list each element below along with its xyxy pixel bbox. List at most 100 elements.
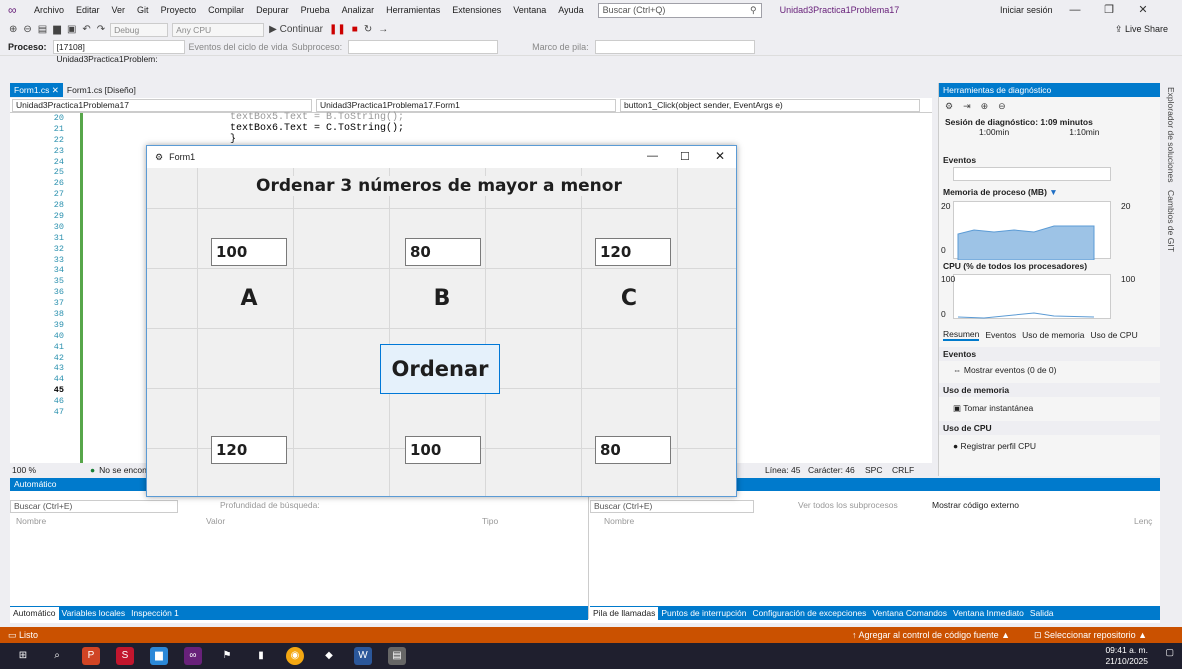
signin-link[interactable]: Iniciar sesión xyxy=(1000,0,1053,20)
output-b[interactable]: 100 xyxy=(405,436,481,464)
thread-combo[interactable] xyxy=(348,40,499,54)
profile-cpu-button[interactable]: ● Registrar perfil CPU xyxy=(953,441,1036,451)
tab-uso-cpu[interactable]: Uso de CPU xyxy=(1090,330,1137,340)
search-input[interactable]: Buscar (Ctrl+Q) ⚲ xyxy=(597,2,762,18)
method-combo[interactable]: button1_Click(object sender, EventArgs e… xyxy=(620,99,920,112)
menu-extensiones[interactable]: Extensiones xyxy=(446,0,507,20)
solution-explorer-tab[interactable]: Explorador de soluciones xyxy=(1166,87,1176,182)
clock[interactable]: 09:41 a. m. 21/10/2025 xyxy=(1105,645,1148,667)
tab-automatico[interactable]: Automático xyxy=(10,606,59,620)
step-icon[interactable]: → xyxy=(375,24,391,35)
open-icon[interactable]: ▆ xyxy=(50,24,64,35)
notifications-icon[interactable]: ▢ xyxy=(1165,647,1174,658)
output-c[interactable]: 80 xyxy=(595,436,671,464)
menu-proyecto[interactable]: Proyecto xyxy=(155,0,203,20)
class-combo[interactable]: Unidad3Practica1Problema17.Form1 xyxy=(316,99,616,112)
zoom-in-icon[interactable]: ⊕ xyxy=(981,101,989,112)
close-icon[interactable]: ✕ xyxy=(1128,0,1158,20)
app-icon[interactable]: ◆ xyxy=(320,647,338,665)
col-nombre[interactable]: Nombre xyxy=(16,516,46,526)
zoom-combo[interactable]: 100 % xyxy=(12,465,52,475)
process-combo[interactable]: [17108] Unidad3Practica1Problem: xyxy=(52,40,185,64)
live-share-button[interactable]: ⇪ Live Share xyxy=(1115,20,1168,39)
input-c[interactable]: 120 xyxy=(595,238,671,266)
menu-editar[interactable]: Editar xyxy=(70,0,106,20)
new-item-icon[interactable]: ▤ xyxy=(35,24,50,35)
tool-icon[interactable]: ⚑ xyxy=(218,647,236,665)
menu-compilar[interactable]: Compilar xyxy=(202,0,250,20)
form-close-icon[interactable]: ✕ xyxy=(715,149,725,163)
input-a[interactable]: 100 xyxy=(211,238,287,266)
forward-icon[interactable]: ⊖ xyxy=(20,24,34,35)
snapshot-button[interactable]: ▣ Tomar instantánea xyxy=(953,403,1033,414)
col-tipo[interactable]: Tipo xyxy=(482,516,498,526)
powerpoint-icon[interactable]: P xyxy=(82,647,100,665)
chrome-icon[interactable]: ◉ xyxy=(286,647,304,665)
ordenar-button[interactable]: Ordenar xyxy=(380,344,500,394)
settings-icon[interactable]: ⚙ xyxy=(945,101,953,112)
redo-icon[interactable]: ↷ xyxy=(94,24,108,35)
source-control-button[interactable]: ↑ Agregar al control de código fuente ▲ xyxy=(852,627,1010,643)
code-text[interactable]: textBox5.Text = B.ToString(); textBox6.T… xyxy=(230,112,404,146)
col-nombre-right[interactable]: Nombre xyxy=(604,516,634,526)
restore-icon[interactable]: ❐ xyxy=(1094,0,1124,20)
output-a[interactable]: 120 xyxy=(211,436,287,464)
tab-excepciones[interactable]: Configuración de excepciones xyxy=(749,607,869,620)
form-app-icon[interactable]: ▤ xyxy=(388,647,406,665)
zoom-out-icon[interactable]: ⊖ xyxy=(998,101,1006,112)
menu-ayuda[interactable]: Ayuda xyxy=(552,0,589,20)
tab-salida[interactable]: Salida xyxy=(1027,607,1057,620)
autos-search-input[interactable]: Buscar (Ctrl+E) xyxy=(10,500,178,513)
visual-studio-icon[interactable]: ∞ xyxy=(184,647,202,665)
pause-icon[interactable]: ❚❚ xyxy=(326,24,349,35)
save-icon[interactable]: ▣ xyxy=(64,24,79,35)
form1-titlebar[interactable]: ⚙ Form1 — ☐ ✕ xyxy=(147,146,736,168)
menu-prueba[interactable]: Prueba xyxy=(295,0,336,20)
explorer-icon[interactable]: ▆ xyxy=(150,647,168,665)
git-changes-tab[interactable]: Cambios de GIT xyxy=(1166,190,1176,252)
platform-combo[interactable]: Any CPU xyxy=(172,22,265,37)
tab-uso-memoria[interactable]: Uso de memoria xyxy=(1022,330,1084,340)
search-icon[interactable]: ⌕ xyxy=(48,647,66,665)
tab-puntos-interrupcion[interactable]: Puntos de interrupción xyxy=(658,607,749,620)
show-events-link[interactable]: ⇔ Mostrar eventos (0 de 0) xyxy=(953,365,1056,375)
input-b[interactable]: 80 xyxy=(405,238,481,266)
menu-ventana[interactable]: Ventana xyxy=(507,0,552,20)
undo-icon[interactable]: ↶ xyxy=(79,24,93,35)
menu-ver[interactable]: Ver xyxy=(106,0,132,20)
windows-start-icon[interactable]: ⊞ xyxy=(14,647,32,665)
tab-form1-design[interactable]: Form1.cs [Diseño] xyxy=(63,83,140,97)
continue-button[interactable]: ▶ Continuar xyxy=(266,24,326,35)
repo-button[interactable]: ⊡ Seleccionar repositorio ▲ xyxy=(1034,627,1147,643)
cpu-section[interactable]: CPU (% de todos los procesadores) xyxy=(939,261,1161,271)
tab-inspeccion[interactable]: Inspección 1 xyxy=(128,607,182,620)
sql-icon[interactable]: S xyxy=(116,647,134,665)
menu-depurar[interactable]: Depurar xyxy=(250,0,295,20)
lifecycle-events[interactable]: Eventos del ciclo de vida xyxy=(189,42,288,52)
tab-eventos[interactable]: Eventos xyxy=(985,330,1016,340)
all-threads-toggle[interactable]: Ver todos los subprocesos xyxy=(798,500,898,510)
callstack-search-input[interactable]: Buscar (Ctrl+E) xyxy=(590,500,754,513)
tab-form1-cs[interactable]: Form1.cs ✕ xyxy=(10,83,63,97)
tab-variables-locales[interactable]: Variables locales xyxy=(59,607,129,620)
form-maximize-icon[interactable]: ☐ xyxy=(680,150,690,163)
menu-analizar[interactable]: Analizar xyxy=(336,0,381,20)
word-icon[interactable]: W xyxy=(354,647,372,665)
issues-text[interactable]: No se encon xyxy=(99,465,147,475)
project-combo[interactable]: Unidad3Practica1Problema17 xyxy=(12,99,312,112)
memory-section[interactable]: Memoria de proceso (MB) ▼ xyxy=(939,187,1161,197)
config-combo[interactable]: Debug xyxy=(110,22,169,37)
external-code-toggle[interactable]: Mostrar código externo xyxy=(932,500,1019,510)
form-minimize-icon[interactable]: — xyxy=(647,150,658,162)
events-section[interactable]: Eventos xyxy=(939,155,1161,165)
chart-app-icon[interactable]: ▮ xyxy=(252,647,270,665)
export-icon[interactable]: ⇥ xyxy=(963,101,971,112)
tab-resumen[interactable]: Resumen xyxy=(943,329,980,341)
tab-comandos[interactable]: Ventana Comandos xyxy=(869,607,950,620)
menu-herramientas[interactable]: Herramientas xyxy=(380,0,446,20)
col-valor[interactable]: Valor xyxy=(206,516,225,526)
splitter[interactable] xyxy=(588,491,589,619)
minimize-icon[interactable]: — xyxy=(1060,0,1090,20)
stack-frame-combo[interactable] xyxy=(594,40,755,54)
restart-icon[interactable]: ↻ xyxy=(361,24,375,35)
